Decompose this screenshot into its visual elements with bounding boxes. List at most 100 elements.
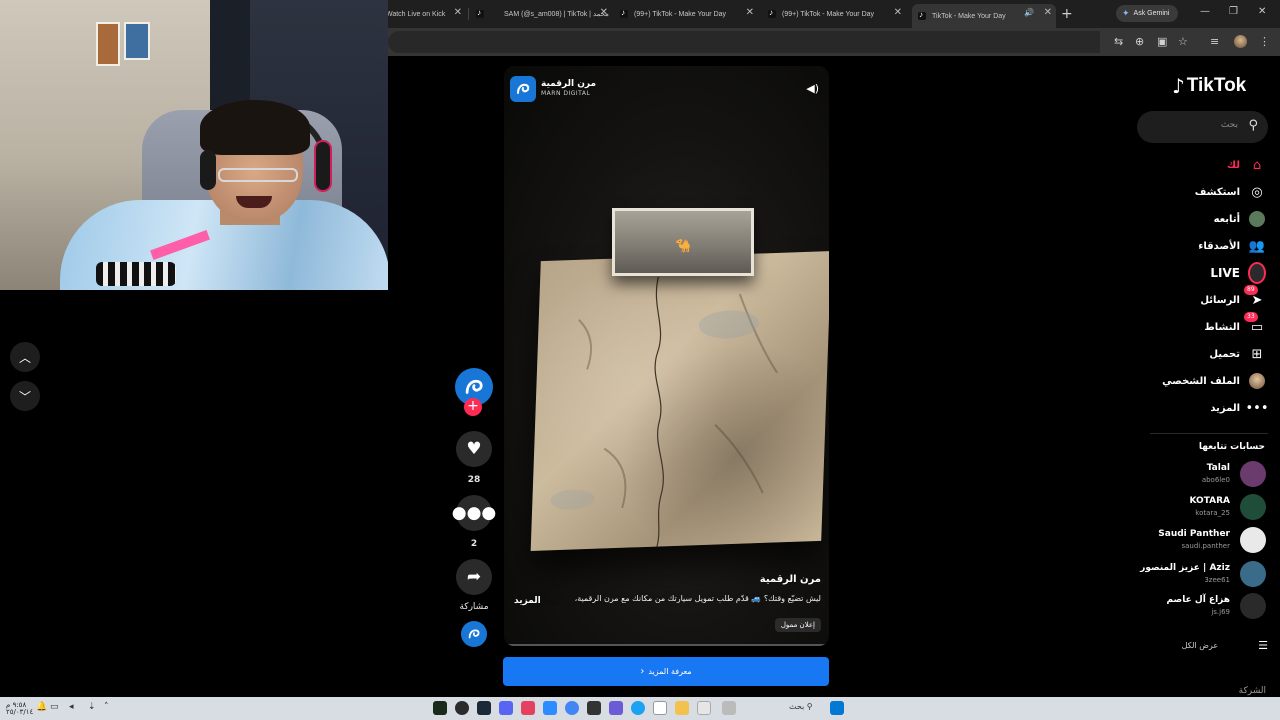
tab-title: TikTok - Make Your Day <box>932 12 1006 20</box>
like-button[interactable]: ♥ <box>456 431 492 467</box>
tab-title: (99+) TikTok - Make Your Day <box>634 10 727 18</box>
speaker-icon[interactable]: 🔊 <box>1024 8 1034 17</box>
gemini-label: Ask Gemini <box>1133 10 1170 17</box>
footer-company-label: الشركة <box>1238 686 1266 696</box>
followed-account[interactable]: KOTARA kotara_25 <box>1116 494 1266 522</box>
app-icon[interactable] <box>433 701 447 715</box>
video-progress-bar[interactable] <box>504 644 829 646</box>
terminal-icon[interactable] <box>587 701 601 715</box>
notification-icon[interactable]: 🔔 <box>36 702 47 712</box>
nav-friends[interactable]: 👥 الأصدقاء <box>1198 235 1266 257</box>
learn-more-button[interactable]: معرفة المزيد ‹ <box>503 657 829 686</box>
follow-button[interactable]: + <box>464 398 482 416</box>
address-bar[interactable] <box>388 31 1100 53</box>
clock[interactable]: ٩:٥٨ م ٢٥/٠٣/١٤ <box>6 702 33 716</box>
activity-icon: ▭ 33 <box>1244 312 1266 336</box>
comment-button[interactable]: ●●● <box>452 495 496 531</box>
app-icon[interactable] <box>521 701 535 715</box>
tab-tiktok-active[interactable]: TikTok - Make Your Day 🔊 ✕ <box>912 4 1056 28</box>
tab-tiktok-1[interactable]: (99+) TikTok - Make Your Day ✕ <box>620 4 758 24</box>
zoom-icon[interactable]: ⊕ <box>1135 35 1144 48</box>
nav-more[interactable]: ••• المزيد <box>1210 397 1269 419</box>
video-player[interactable]: 🐪 مرن الرقمية MARN DIGITAL ◀) مرن الرقمي… <box>504 66 829 646</box>
search-icon[interactable]: ⚲ <box>1248 118 1258 133</box>
followed-account[interactable]: Talal abo6le0 <box>1116 461 1266 489</box>
steam-icon[interactable] <box>477 701 491 715</box>
windows-start-icon[interactable] <box>830 701 844 715</box>
translate-icon[interactable]: ⇆ <box>1114 35 1123 48</box>
tray-expand-icon[interactable]: ˄ <box>104 702 109 712</box>
followed-account[interactable]: عزيز المنصور | Aziz 3zee61 <box>1116 561 1266 589</box>
tab-kick[interactable]: Watch Live on Kick ✕ <box>386 4 466 24</box>
nav-explore[interactable]: ◎ استكشف <box>1195 181 1266 203</box>
heart-icon: ♥ <box>466 439 482 459</box>
video-caption: ليش تضيّع وقتك؟ 🚙 قدّم طلب تمويل سيارتك … <box>574 594 821 603</box>
profile-avatar[interactable] <box>1234 35 1247 48</box>
app-icon[interactable] <box>455 701 469 715</box>
close-icon[interactable]: ✕ <box>746 7 754 18</box>
close-icon[interactable]: ✕ <box>454 7 462 18</box>
tiktok-note-icon: ♪ <box>1172 74 1185 98</box>
taskbar-search-label: بحث <box>789 702 805 711</box>
window-close-icon[interactable]: ✕ <box>1258 6 1266 17</box>
avatar <box>1240 527 1266 553</box>
tab-title: SAM (@s_am008) | TikTok | محمد <box>504 11 609 18</box>
more-icon: ••• <box>1245 400 1269 416</box>
nav-activity[interactable]: ▭ 33 النشاط <box>1204 312 1266 338</box>
see-all-button[interactable]: ☰ عرض الكل <box>1182 639 1268 652</box>
caption-more-button[interactable]: المزيد <box>514 596 541 606</box>
minimize-icon[interactable]: — <box>1200 6 1210 17</box>
tab-tiktok-profile[interactable]: SAM (@s_am008) | TikTok | محمد ✕ <box>476 4 612 24</box>
ask-gemini-button[interactable]: ✦ Ask Gemini <box>1116 5 1178 22</box>
nav-for-you[interactable]: ⌂ لك <box>1227 154 1266 176</box>
tiktok-logo[interactable]: ♪ TikTok <box>1172 74 1246 98</box>
app-icon[interactable] <box>722 701 736 715</box>
sidebar-divider <box>1150 433 1268 434</box>
nav-messages[interactable]: ➤ 89 الرسائل <box>1200 285 1266 311</box>
volume-icon[interactable]: ◂ <box>69 702 74 712</box>
search-input[interactable]: بحث ⚲ <box>1137 111 1268 143</box>
app-icon[interactable] <box>543 701 557 715</box>
app-icon[interactable] <box>609 701 623 715</box>
share-icon: ➦ <box>466 567 482 587</box>
app-icon[interactable] <box>653 701 667 715</box>
profile-icon <box>1248 372 1266 390</box>
followed-account[interactable]: Saudi Panther saudi.panther <box>1116 527 1266 555</box>
tab-title: (99+) TikTok - Make Your Day <box>782 10 875 18</box>
network-icon[interactable]: ▭ <box>50 702 59 712</box>
taskbar-search[interactable]: ⚲ بحث <box>789 702 813 711</box>
restore-icon[interactable]: ❐ <box>1229 6 1238 17</box>
bookmark-star-icon[interactable]: ☆ <box>1178 35 1188 48</box>
cast-icon[interactable]: ▣ <box>1157 35 1167 48</box>
like-count: 28 <box>467 475 481 485</box>
discord-icon[interactable] <box>499 701 513 715</box>
new-tab-button[interactable]: + <box>1061 6 1073 22</box>
headphones <box>314 140 332 192</box>
share-button[interactable]: ➦ <box>456 559 492 595</box>
list-icon: ☰ <box>1258 639 1268 652</box>
video-author[interactable]: مرن الرقمية <box>760 574 821 585</box>
nav-following[interactable]: أتابعه <box>1214 208 1266 230</box>
usb-icon[interactable]: ⇣ <box>88 702 96 712</box>
chrome-icon[interactable] <box>565 701 579 715</box>
wall-picture <box>124 22 150 60</box>
edge-icon[interactable] <box>631 701 645 715</box>
previous-video-button[interactable]: ︿ <box>10 342 40 372</box>
close-icon[interactable]: ✕ <box>600 7 608 18</box>
vintage-photo: 🐪 <box>612 208 754 276</box>
close-icon[interactable]: ✕ <box>894 7 902 18</box>
app-icon[interactable] <box>697 701 711 715</box>
see-all-label: عرض الكل <box>1181 641 1219 650</box>
music-disc-icon[interactable] <box>461 621 487 647</box>
sound-icon[interactable]: ◀) <box>806 82 819 95</box>
nav-upload[interactable]: ⊞ تحميل <box>1209 343 1266 365</box>
nav-live[interactable]: LIVE <box>1210 262 1266 284</box>
file-explorer-icon[interactable] <box>675 701 689 715</box>
kebab-menu-icon[interactable]: ⋮ <box>1259 35 1270 48</box>
reading-list-icon[interactable]: ≡ <box>1210 35 1219 48</box>
tab-tiktok-2[interactable]: (99+) TikTok - Make Your Day ✕ <box>768 4 906 24</box>
followed-account[interactable]: هزاع آل عاصم js.j69 <box>1116 593 1266 621</box>
close-icon[interactable]: ✕ <box>1044 7 1052 18</box>
nav-profile[interactable]: الملف الشخصي <box>1162 370 1266 392</box>
next-video-button[interactable]: ﹀ <box>10 381 40 411</box>
